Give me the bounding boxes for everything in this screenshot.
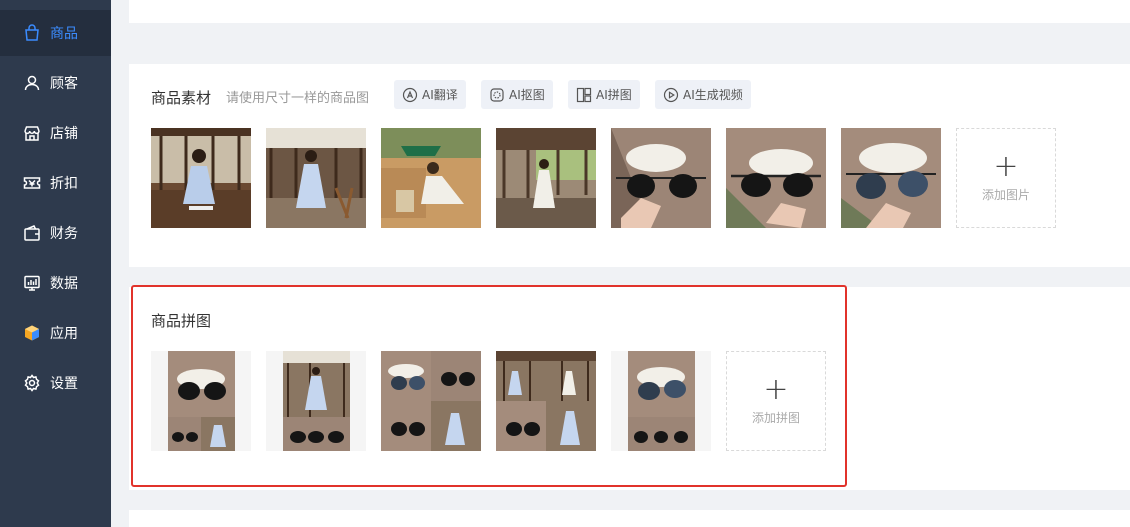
sidebar-item-label: 数据 [50, 276, 78, 292]
product-image[interactable] [381, 128, 481, 228]
ai-cutout-button[interactable]: AI抠图 [481, 80, 553, 109]
plus-icon: + [993, 148, 1019, 184]
chart-icon [23, 274, 41, 292]
translate-icon [402, 87, 418, 103]
add-image-button[interactable]: + 添加图片 [956, 128, 1056, 228]
ai-button-label: AI拼图 [596, 88, 632, 102]
add-image-label: 添加图片 [981, 187, 1030, 202]
ai-translate-button[interactable]: AI翻译 [394, 80, 466, 109]
material-hint: 请使用尺寸一样的商品图 [226, 91, 370, 106]
sidebar-item-label: 店铺 [50, 126, 78, 142]
gear-icon [23, 374, 41, 392]
ai-button-label: AI生成视频 [683, 88, 743, 102]
play-icon [663, 87, 679, 103]
cutout-icon [489, 87, 505, 103]
sidebar-item-apps[interactable]: 应用 [0, 310, 111, 356]
shopping-bag-icon [23, 24, 41, 42]
ai-button-label: AI翻译 [422, 88, 458, 102]
product-image[interactable] [611, 128, 711, 228]
sidebar-item-label: 应用 [50, 326, 78, 342]
sidebar-item-discount[interactable]: 折扣 [0, 160, 111, 206]
sidebar: 商品 顾客 店铺 折扣 财务 数据 应用 设置 [0, 0, 111, 527]
sidebar-item-label: 设置 [50, 376, 78, 392]
sidebar-item-settings[interactable]: 设置 [0, 360, 111, 406]
top-panel [129, 0, 1130, 23]
user-icon [23, 74, 41, 92]
product-image[interactable] [151, 128, 251, 228]
collage-icon [576, 87, 592, 103]
material-title: 商品素材 [151, 89, 212, 107]
sidebar-item-label: 折扣 [50, 176, 78, 192]
highlight-annotation [131, 285, 847, 487]
sidebar-item-store[interactable]: 店铺 [0, 110, 111, 156]
sidebar-item-label: 财务 [50, 226, 78, 242]
product-image[interactable] [726, 128, 826, 228]
product-image[interactable] [841, 128, 941, 228]
sidebar-item-customers[interactable]: 顾客 [0, 60, 111, 106]
bottom-panel [129, 510, 1130, 527]
sidebar-item-data[interactable]: 数据 [0, 260, 111, 306]
sidebar-item-label: 顾客 [50, 76, 78, 92]
ai-button-label: AI抠图 [509, 88, 545, 102]
store-icon [23, 124, 41, 142]
ai-collage-button[interactable]: AI拼图 [568, 80, 640, 109]
cube-icon [23, 324, 41, 342]
wallet-icon [23, 224, 41, 242]
ai-video-button[interactable]: AI生成视频 [655, 80, 751, 109]
product-image[interactable] [496, 128, 596, 228]
product-image[interactable] [266, 128, 366, 228]
sidebar-item-products[interactable]: 商品 [0, 10, 111, 56]
coupon-icon [23, 174, 41, 192]
sidebar-item-finance[interactable]: 财务 [0, 210, 111, 256]
material-panel: 商品素材 请使用尺寸一样的商品图 AI翻译 AI抠图 AI拼图 AI生成视频 +… [129, 64, 1130, 267]
sidebar-item-label: 商品 [50, 26, 78, 42]
